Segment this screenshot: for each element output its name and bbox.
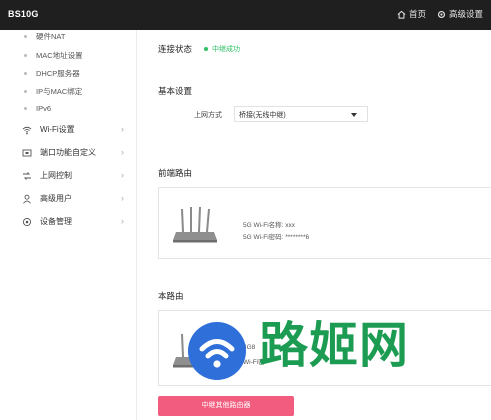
front-router-title: 前端路由	[158, 168, 193, 178]
watermark-text: 路姬网	[259, 317, 410, 374]
local-router-title: 本路由	[158, 291, 184, 301]
advanced-settings-link[interactable]: 高级设置	[437, 8, 483, 20]
chevron-right-icon: ›	[121, 193, 124, 203]
wifi-icon	[22, 126, 32, 134]
sidebar-item-wifi-settings[interactable]: Wi-Fi设置 ›	[22, 124, 128, 135]
control-icon	[23, 171, 31, 180]
user-icon	[23, 194, 31, 204]
sidebar-item-ip-mac-binding[interactable]: IP与MAC绑定	[24, 86, 82, 97]
sidebar-item-advanced-user[interactable]: 高级用户 ›	[22, 193, 128, 204]
bullet-dot	[24, 90, 27, 93]
chevron-right-icon: ›	[121, 216, 124, 226]
connection-status-value: 中继成功	[212, 46, 240, 53]
sidebar: 硬件NAT MAC地址设置 DHCP服务器 IP与MAC绑定 IPv6 Wi-F…	[0, 30, 137, 420]
basic-settings-title: 基本设置	[158, 86, 193, 96]
port-icon	[22, 149, 32, 156]
chevron-right-icon: ›	[121, 124, 124, 134]
gear-icon	[22, 217, 32, 226]
front-ssid-text: 5G Wi-Fi名称: xxx	[243, 222, 295, 229]
internet-mode-label: 上网方式	[194, 112, 222, 119]
router-icon	[173, 206, 217, 243]
sidebar-item-label: 硬件NAT	[36, 32, 66, 41]
watermark-logo-icon	[188, 322, 246, 380]
sidebar-item-ipv6[interactable]: IPv6	[24, 104, 51, 113]
advanced-settings-label: 高级设置	[449, 9, 484, 19]
chevron-right-icon: ›	[121, 170, 124, 180]
sidebar-item-label: DHCP服务器	[36, 69, 80, 78]
relay-other-router-button[interactable]: 中继其他路由器	[158, 396, 294, 416]
wifi-icon	[199, 339, 235, 368]
sidebar-item-device-management[interactable]: 设备管理 ›	[22, 216, 128, 227]
home-link[interactable]: 首页	[397, 8, 426, 20]
sidebar-item-label: 上网控制	[40, 171, 72, 180]
sidebar-item-port-custom[interactable]: 端口功能自定义 ›	[22, 147, 128, 158]
dropdown-caret-icon	[351, 113, 357, 117]
sidebar-item-hardware-nat[interactable]: 硬件NAT	[24, 31, 65, 42]
sidebar-item-label: MAC地址设置	[36, 51, 83, 60]
sidebar-item-label: IP与MAC绑定	[36, 87, 83, 96]
sidebar-item-dhcp-server[interactable]: DHCP服务器	[24, 68, 80, 79]
connection-status-label: 连接状态	[158, 44, 193, 54]
bullet-dot	[24, 72, 27, 75]
bullet-dot	[24, 54, 27, 57]
bullet-dot	[24, 107, 27, 110]
internet-mode-value: 桥接(无线中继)	[239, 112, 286, 119]
gear-icon	[437, 10, 446, 18]
home-icon	[397, 10, 406, 19]
sidebar-item-mac-address[interactable]: MAC地址设置	[24, 50, 83, 61]
internet-mode-select[interactable]: 桥接(无线中继)	[234, 106, 368, 122]
sidebar-item-internet-control[interactable]: 上网控制 ›	[22, 170, 128, 181]
chevron-right-icon: ›	[121, 147, 124, 157]
top-bar: BS10G 首页 高级设置	[0, 0, 491, 30]
front-password-text: 5G Wi-Fi密码: ********6	[243, 234, 310, 241]
sidebar-item-label: 高级用户	[40, 194, 72, 203]
sidebar-item-label: 端口功能自定义	[40, 148, 96, 157]
bullet-dot	[24, 35, 27, 38]
sidebar-item-label: 设备管理	[40, 217, 72, 226]
sidebar-item-label: IPv6	[36, 104, 52, 113]
brand-name: BS10G	[8, 9, 39, 19]
front-router-card: 5G Wi-Fi名称: xxx 5G Wi-Fi密码: ********6	[158, 187, 491, 259]
status-indicator-icon	[204, 47, 208, 51]
sidebar-item-label: Wi-Fi设置	[40, 125, 75, 134]
home-label: 首页	[409, 9, 427, 19]
